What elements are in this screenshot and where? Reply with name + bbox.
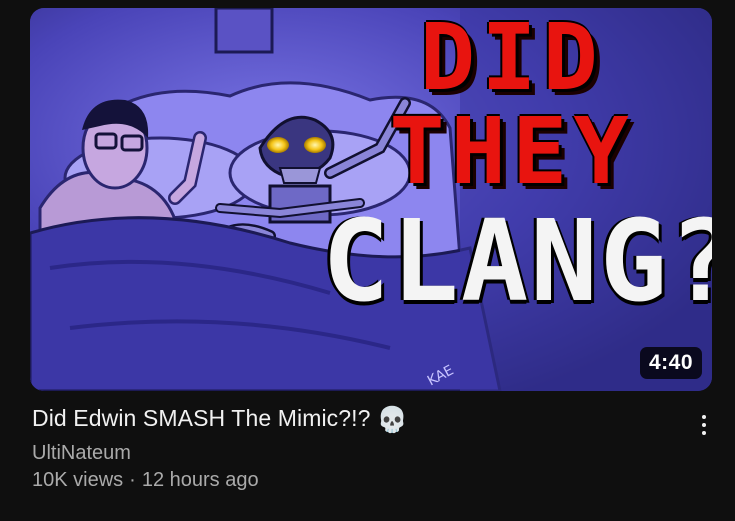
- thumbnail-title-overlay: DID THEY CLANG?: [322, 8, 712, 327]
- upload-age: 12 hours ago: [141, 469, 259, 491]
- thumbnail-text-line-3: CLANG?: [322, 197, 712, 327]
- video-card: KAE DID THEY CLANG? 4:40 Did Edwin SMASH…: [0, 0, 735, 521]
- more-dot: [702, 423, 706, 427]
- channel-name[interactable]: UltiNateum: [32, 442, 131, 465]
- video-title[interactable]: Did Edwin SMASH The Mimic?!? 💀: [32, 405, 408, 435]
- robot-eye-left: [267, 137, 289, 153]
- thumbnail-text-line-1: DID: [419, 8, 605, 111]
- video-thumbnail[interactable]: KAE DID THEY CLANG? 4:40: [30, 8, 712, 391]
- more-dot: [702, 415, 706, 419]
- wall-picture-frame: [214, 8, 274, 54]
- view-count: 10K views: [32, 469, 124, 491]
- more-dot: [702, 431, 706, 435]
- thumbnail-text-line-2: THEY: [389, 98, 635, 205]
- more-vertical-icon[interactable]: [690, 408, 718, 442]
- skull-emoji-icon: 💀: [376, 405, 408, 434]
- meta-separator: ·: [129, 469, 136, 491]
- duration-badge: 4:40: [639, 347, 702, 379]
- video-title-text: Did Edwin SMASH The Mimic?!?: [32, 405, 371, 431]
- video-metadata: 10K views · 12 hours ago: [32, 469, 259, 492]
